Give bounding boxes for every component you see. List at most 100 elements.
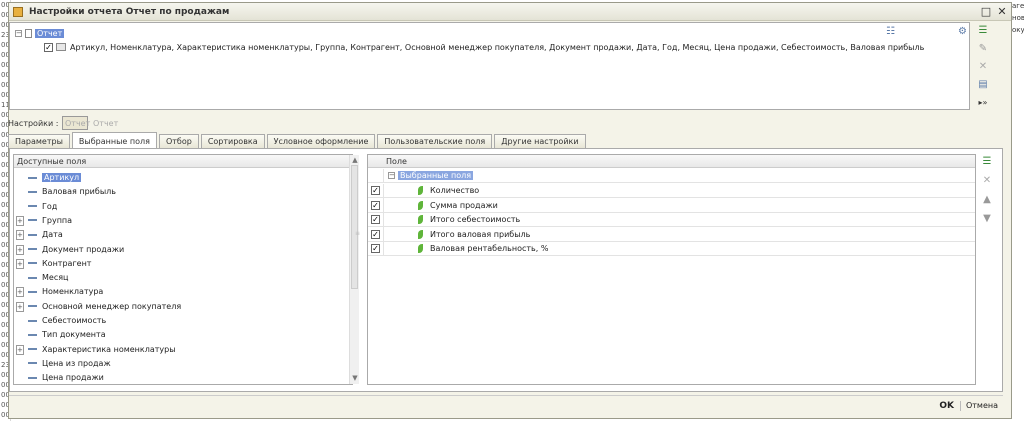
resource-icon	[418, 244, 423, 253]
maximize-button[interactable]: □	[979, 5, 993, 19]
settings-selected-box[interactable]: Отчет	[62, 116, 90, 130]
delete-icon[interactable]: ✕	[976, 60, 990, 73]
field-icon	[28, 376, 37, 379]
expand-icon[interactable]: +	[16, 230, 24, 241]
field-checkbox[interactable]: ✓	[371, 244, 380, 253]
close-button[interactable]: ✕	[995, 5, 1009, 19]
settings-secondary[interactable]: Отчет	[93, 119, 118, 128]
available-field-row[interactable]: Цена продажи	[16, 371, 104, 384]
selected-field-row[interactable]: ✓ Количество	[368, 183, 975, 198]
scroll-up-icon[interactable]: ▲	[350, 155, 360, 165]
move-down-icon[interactable]: ▼	[980, 212, 994, 225]
expand-icon[interactable]: +	[16, 215, 24, 226]
move-up-icon[interactable]: ▲	[980, 193, 994, 206]
selected-fields-list: Поле − Выбранные поля ✓ Количество ✓ Сумма …	[367, 154, 976, 385]
available-field-row[interactable]: Артикул	[16, 171, 82, 184]
available-field-row[interactable]: + Основной менеджер покупателя	[16, 300, 181, 313]
ok-button[interactable]: OK	[936, 401, 957, 411]
field-icon	[28, 219, 37, 222]
available-field-row[interactable]: + Группа	[16, 214, 72, 227]
available-field-label: Контрагент	[42, 258, 92, 268]
available-field-row[interactable]: Год	[16, 200, 57, 213]
collapse-icon[interactable]: −	[15, 29, 22, 37]
field-checkbox[interactable]: ✓	[371, 229, 380, 239]
tab-filter[interactable]: Отбор	[158, 134, 199, 148]
tab-selected-fields[interactable]: Выбранные поля	[71, 132, 157, 148]
tree-root-row[interactable]: − Отчет	[15, 27, 65, 39]
available-field-label: Характеристика номенклатуры	[42, 344, 176, 354]
scroll-down-icon[interactable]: ▼	[350, 373, 360, 383]
field-icon	[28, 290, 37, 293]
available-field-row[interactable]: Валовая прибыль	[16, 185, 116, 198]
field-icon	[28, 262, 37, 265]
available-field-label: Цена из продаж	[42, 358, 111, 368]
selected-field-label: Итого валовая прибыль	[430, 229, 531, 239]
expand-icon[interactable]: +	[16, 301, 24, 312]
available-field-row[interactable]: + Контрагент	[16, 257, 91, 270]
available-field-row[interactable]: Тип документа	[16, 328, 106, 341]
selected-field-label: Количество	[430, 186, 480, 195]
available-field-row[interactable]: + Дата	[16, 228, 63, 241]
available-fields-header: Доступные поля	[14, 155, 352, 168]
expand-icon[interactable]: +	[16, 258, 24, 269]
field-icon	[28, 276, 37, 279]
tab-sort[interactable]: Сортировка	[200, 134, 265, 148]
available-fields-list: Доступные поля Артикул Валовая прибыль Год…	[13, 154, 359, 385]
document-icon	[25, 28, 32, 38]
structure-toolbar: ☰ ✎ ✕ ▤ ▸»	[976, 24, 992, 114]
field-checkbox[interactable]: ✓	[371, 200, 380, 210]
add-grouping-icon[interactable]: ☰	[976, 24, 990, 37]
background-right-column: аге нов окум	[1012, 0, 1024, 421]
table-view-icon[interactable]: ☷	[886, 26, 895, 37]
tree-root-label[interactable]: Отчет	[35, 28, 65, 38]
selected-field-row[interactable]: ✓ Итого себестоимость	[368, 212, 975, 227]
field-checkbox[interactable]: ✓	[371, 186, 380, 195]
expand-icon[interactable]: +	[16, 287, 24, 298]
structure-settings-icon[interactable]: ⚙	[958, 26, 967, 37]
collapse-icon[interactable]: −	[388, 172, 395, 179]
available-field-label: Валовая прибыль	[42, 187, 116, 197]
resource-icon	[418, 200, 423, 210]
available-field-row[interactable]: + Характеристика номенклатуры	[16, 343, 176, 356]
fields-checkbox[interactable]: ✓	[44, 42, 53, 52]
available-field-row[interactable]: Себестоимость	[16, 314, 106, 327]
available-field-row[interactable]: + Номенклатура	[16, 285, 103, 298]
tab-conditional-format[interactable]: Условное оформление	[266, 134, 376, 148]
available-field-label: Дата	[42, 230, 63, 240]
available-field-label: Год	[42, 201, 58, 211]
selected-field-row[interactable]: ✓ Валовая рентабельность, %	[368, 241, 975, 256]
selected-field-row[interactable]: ✓ Сумма продажи	[368, 198, 975, 213]
background-cell: окум	[1012, 26, 1024, 34]
available-field-label: Тип документа	[42, 330, 106, 340]
selected-fields-group-row[interactable]: − Выбранные поля	[368, 168, 975, 183]
add-field-icon[interactable]: ☰	[980, 155, 994, 168]
expand-icon[interactable]: +	[16, 344, 24, 355]
tab-parameters[interactable]: Параметры	[8, 134, 70, 148]
selected-field-row[interactable]: ✓ Итого валовая прибыль	[368, 227, 975, 242]
selected-field-label: Сумма продажи	[430, 200, 498, 210]
splitter-handle[interactable]: ≡	[355, 230, 360, 237]
scroll-thumb[interactable]	[351, 165, 358, 289]
selected-fields-header: Поле	[368, 155, 975, 168]
available-fields-scrollbar[interactable]: ▲ ▼	[349, 155, 359, 384]
selected-field-label: Итого себестоимость	[430, 215, 521, 224]
preview-icon[interactable]: ▤	[976, 78, 990, 91]
available-field-row[interactable]: Месяц	[16, 271, 68, 284]
tree-fields-row[interactable]: ✓ Артикул, Номенклатура, Характеристика …	[44, 41, 924, 53]
field-icon	[28, 233, 37, 236]
expand-icon[interactable]: +	[16, 244, 24, 255]
tab-user-fields[interactable]: Пользовательские поля	[377, 134, 493, 148]
edit-pencil-icon[interactable]: ✎	[976, 42, 990, 55]
field-icon	[28, 348, 37, 351]
available-field-row[interactable]: + Документ продажи	[16, 243, 124, 256]
tab-other-settings[interactable]: Другие настройки	[494, 134, 586, 148]
delete-icon[interactable]: ✕	[980, 174, 994, 187]
cancel-button[interactable]: Отмена	[964, 401, 1000, 410]
available-field-row[interactable]: Цена из продаж	[16, 357, 111, 370]
available-field-label: Цена продажи	[42, 373, 104, 383]
available-field-label: Номенклатура	[42, 287, 104, 297]
field-checkbox[interactable]: ✓	[371, 215, 380, 224]
more-options-icon[interactable]: ▸»	[976, 96, 990, 109]
selected-fields-group-label[interactable]: Выбранные поля	[398, 171, 474, 180]
tree-fields-label: Артикул, Номенклатура, Характеристика но…	[70, 42, 925, 52]
